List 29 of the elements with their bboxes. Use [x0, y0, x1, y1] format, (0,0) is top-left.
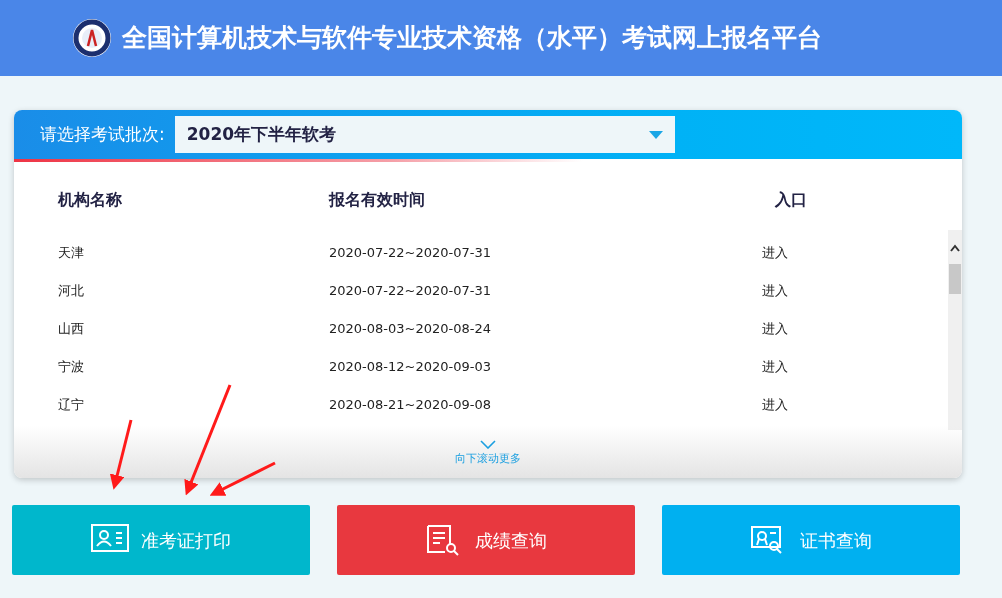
column-header: 机构名称	[58, 190, 122, 209]
date-range: 2020-08-03~2020-08-24	[329, 321, 491, 337]
dropdown-caret-icon	[648, 130, 663, 139]
date-range: 2020-07-22~2020-07-31	[329, 245, 491, 261]
action-button[interactable]: 成绩查询	[337, 505, 635, 575]
org-name: 天津	[58, 245, 84, 261]
org-name: 宁波	[58, 359, 84, 375]
logo-icon	[72, 18, 112, 58]
column-header: 报名有效时间	[329, 190, 425, 209]
scroll-thumb[interactable]	[949, 264, 961, 294]
enter-link[interactable]: 进入	[762, 245, 788, 261]
enter-link[interactable]: 进入	[762, 321, 788, 337]
date-range: 2020-08-21~2020-09-08	[329, 397, 491, 413]
chevron-down-icon[interactable]	[480, 440, 496, 450]
org-name: 河北	[58, 283, 84, 299]
scroll-up-icon[interactable]	[950, 244, 960, 252]
batch-label: 请选择考试批次:	[40, 122, 165, 146]
enter-link[interactable]: 进入	[762, 359, 788, 375]
arrow-drawing	[109, 419, 133, 490]
scrollbar[interactable]	[948, 230, 962, 430]
site-title: 全国计算机技术与软件专业技术资格（水平）考试网上报名平台	[122, 22, 822, 55]
enter-link[interactable]: 进入	[762, 397, 788, 413]
date-range: 2020-07-22~2020-07-31	[329, 283, 491, 299]
enter-link[interactable]: 进入	[762, 283, 788, 299]
column-header: 入口	[775, 190, 807, 209]
batch-select[interactable]: 2020年下半年软考	[174, 116, 675, 153]
org-name: 山西	[58, 321, 84, 337]
org-name: 辽宁	[58, 397, 84, 413]
date-range: 2020-08-12~2020-09-03	[329, 359, 491, 375]
